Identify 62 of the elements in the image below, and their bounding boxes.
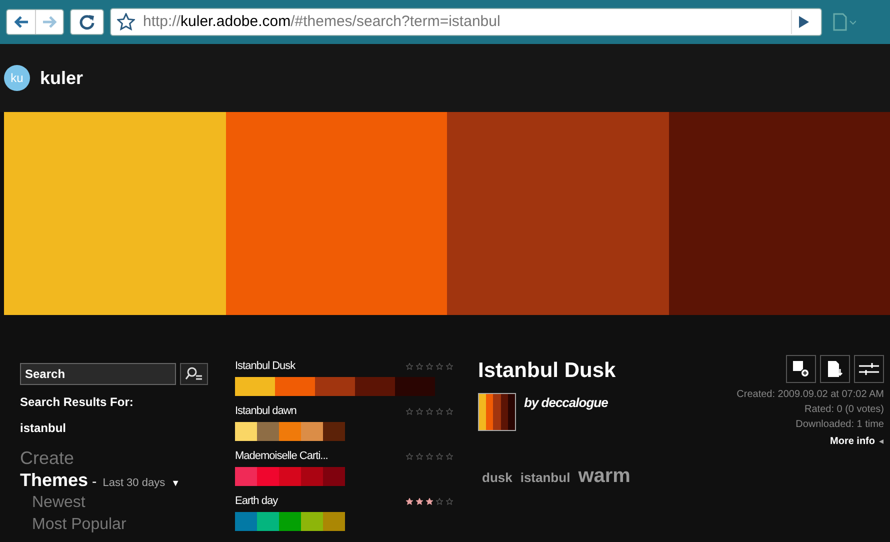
author-text: by deccalogue xyxy=(524,394,608,412)
tag-link[interactable]: warm xyxy=(578,460,630,490)
nav-link[interactable]: Create xyxy=(20,447,74,469)
theme-name[interactable]: Istanbul Dusk xyxy=(235,358,296,374)
forward-icon xyxy=(42,15,58,29)
star-icon xyxy=(426,408,433,414)
star-icon xyxy=(406,362,413,370)
sliders-icon xyxy=(859,362,879,376)
star-icon xyxy=(416,362,423,370)
theme-title: Istanbul Dusk xyxy=(478,358,617,384)
results-label: Search Results For: xyxy=(20,394,134,411)
document-add-icon xyxy=(792,360,810,378)
document-arrow-icon xyxy=(827,360,843,378)
star-icon xyxy=(406,452,413,460)
star-icon xyxy=(416,408,423,414)
star-icon xyxy=(416,452,423,460)
theme-name[interactable]: Earth day xyxy=(235,492,278,510)
nav-link[interactable]: Newest xyxy=(32,492,86,514)
star-icon xyxy=(446,362,453,370)
star-icon xyxy=(426,498,433,504)
logo-text: kuler xyxy=(40,66,84,90)
star-icon xyxy=(436,362,443,370)
star-icon xyxy=(446,452,453,460)
tag-link[interactable]: istanbul xyxy=(520,468,570,487)
separator-dash: - xyxy=(92,472,97,491)
address-bar[interactable]: http://kuler.adobe.com/#themes/search?term=istanbul xyxy=(110,8,822,36)
logo-badge: ku xyxy=(4,65,30,91)
star-icon xyxy=(436,408,443,414)
downloaded-text: Downloaded: 1 time xyxy=(796,418,884,432)
theme-name[interactable]: Mademoiselle Carti... xyxy=(235,448,328,464)
filter-dropdown[interactable]: Last 30 days ▼ xyxy=(102,475,180,492)
theme-name[interactable]: Istanbul dawn xyxy=(235,402,296,420)
rated-text: Rated: 0 (0 votes) xyxy=(804,403,884,417)
star-icon xyxy=(406,498,413,504)
nav-link[interactable]: Themes xyxy=(20,469,88,491)
back-icon xyxy=(13,15,29,29)
adjust-button[interactable] xyxy=(854,355,884,383)
results-term: istanbul xyxy=(20,420,68,437)
created-text: Created: 2009.09.02 at 07:02 AM xyxy=(736,388,884,402)
more-info-link[interactable]: More info xyxy=(830,434,875,449)
download-button[interactable] xyxy=(820,355,850,383)
star-icon xyxy=(426,452,433,460)
star-icon xyxy=(436,498,443,504)
search-icon xyxy=(185,367,203,381)
search-button[interactable] xyxy=(180,363,208,385)
address-text: http://kuler.adobe.com/#themes/search?term=istanbul xyxy=(143,12,502,32)
save-button[interactable] xyxy=(786,355,816,383)
star-icon xyxy=(426,362,433,370)
star-icon xyxy=(436,452,443,460)
play-icon xyxy=(798,16,808,28)
reload-icon xyxy=(79,14,95,30)
star-icon xyxy=(446,498,453,504)
reload-button[interactable] xyxy=(70,9,104,35)
star-icon xyxy=(117,13,135,31)
star-icon xyxy=(416,498,423,504)
star-icon xyxy=(406,408,413,414)
search-field[interactable]: Search xyxy=(20,363,176,385)
arrow-icon: ◂ xyxy=(879,434,884,448)
star-icon xyxy=(446,408,453,414)
tag-link[interactable]: dusk xyxy=(482,468,512,487)
nav-link[interactable]: Most Popular xyxy=(32,514,126,536)
caret-icon: ▼ xyxy=(171,477,180,490)
